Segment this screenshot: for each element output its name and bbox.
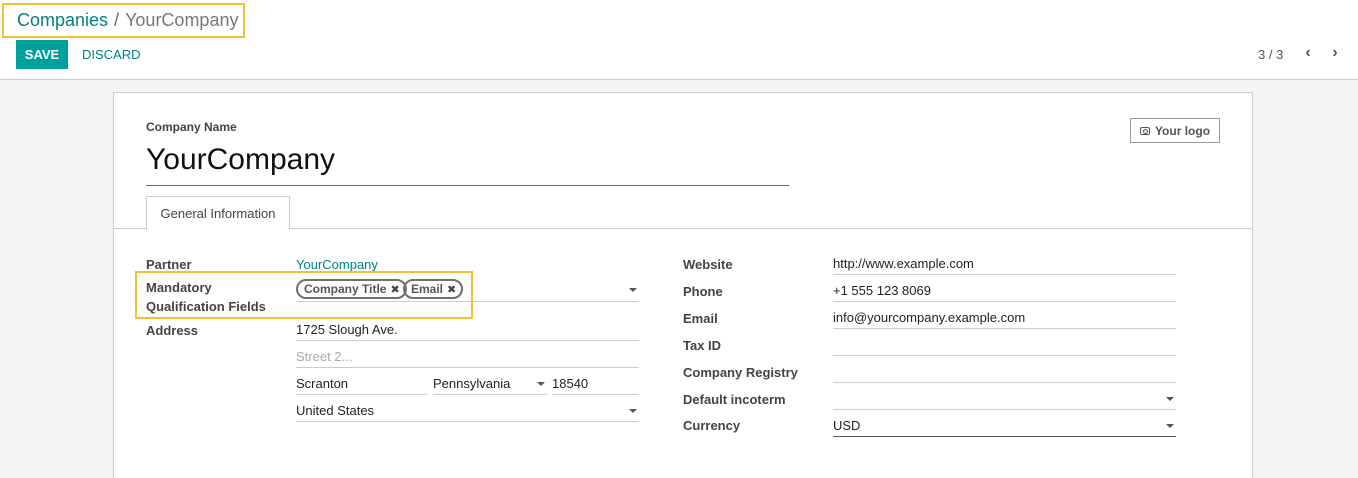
website-label: Website (683, 257, 733, 272)
default-incoterm-label: Default incoterm (683, 392, 786, 407)
website-field[interactable]: http://www.example.com (833, 252, 1176, 275)
tag-email[interactable]: Email ✖ (403, 279, 464, 299)
breadcrumb-current: YourCompany (125, 10, 239, 30)
phone-label: Phone (683, 284, 723, 299)
save-button[interactable]: SAVE (16, 40, 68, 69)
remove-tag-icon[interactable]: ✖ (447, 283, 456, 296)
control-panel: Companies / YourCompany SAVE DISCARD 3 / 3… (0, 0, 1358, 80)
chevron-right-icon[interactable]: › (1325, 44, 1345, 64)
dropdown-caret-icon[interactable] (629, 288, 637, 292)
country-value: United States (296, 403, 375, 418)
state-select[interactable]: Pennsylvania (433, 372, 547, 395)
dropdown-caret-icon (1166, 397, 1174, 401)
form-sheet: Company Name YourCompany Your logo Gener… (113, 92, 1253, 478)
state-value: Pennsylvania (433, 376, 511, 391)
tab-bar: General Information (114, 196, 1252, 230)
zip-field[interactable]: 18540 (552, 372, 639, 395)
qualification-fields-tags[interactable]: Company Title ✖ Email ✖ (296, 278, 639, 302)
partner-link[interactable]: YourCompany (296, 257, 378, 272)
company-registry-label: Company Registry (683, 365, 798, 380)
discard-button[interactable]: DISCARD (74, 40, 149, 69)
dropdown-caret-icon (537, 382, 545, 386)
address-label: Address (146, 323, 199, 338)
street-field[interactable]: 1725 Slough Ave. (296, 318, 639, 341)
currency-select[interactable]: USD (833, 414, 1176, 437)
qualification-fields-label: Qualification Fields (146, 299, 266, 314)
company-registry-field[interactable] (833, 360, 1176, 383)
tax-id-label: Tax ID (683, 338, 722, 353)
email-label: Email (683, 311, 718, 326)
company-name-label: Company Name (146, 120, 237, 134)
default-incoterm-select[interactable] (833, 387, 1176, 410)
chevron-left-icon[interactable]: ‹ (1298, 44, 1318, 64)
tag-label: Email (411, 282, 444, 296)
pager-value[interactable]: 3 / 3 (1258, 47, 1283, 62)
phone-field[interactable]: +1 555 123 8069 (833, 279, 1176, 302)
tab-general-information[interactable]: General Information (146, 196, 290, 230)
dropdown-caret-icon (1166, 424, 1174, 428)
breadcrumb-companies-link[interactable]: Companies (17, 10, 108, 30)
currency-value: USD (833, 418, 861, 433)
street2-placeholder: Street 2... (296, 349, 353, 364)
tax-id-field[interactable] (833, 333, 1176, 356)
city-field[interactable]: Scranton (296, 372, 427, 395)
mandatory-label: Mandatory (146, 280, 212, 295)
logo-upload-button[interactable]: Your logo (1130, 118, 1220, 143)
email-field[interactable]: info@yourcompany.example.com (833, 306, 1176, 329)
breadcrumb-separator: / (114, 10, 120, 30)
country-select[interactable]: United States (296, 399, 639, 422)
logo-button-label: Your logo (1154, 123, 1211, 138)
remove-tag-icon[interactable]: ✖ (390, 283, 399, 296)
company-name-input[interactable]: YourCompany (146, 143, 789, 186)
dropdown-caret-icon (629, 409, 637, 413)
street2-field[interactable]: Street 2... (296, 345, 639, 368)
tag-label: Company Title (304, 282, 387, 296)
breadcrumb: Companies / YourCompany (2, 3, 246, 38)
camera-icon (1139, 126, 1150, 135)
currency-label: Currency (683, 418, 741, 433)
tag-company-title[interactable]: Company Title ✖ (296, 279, 407, 299)
